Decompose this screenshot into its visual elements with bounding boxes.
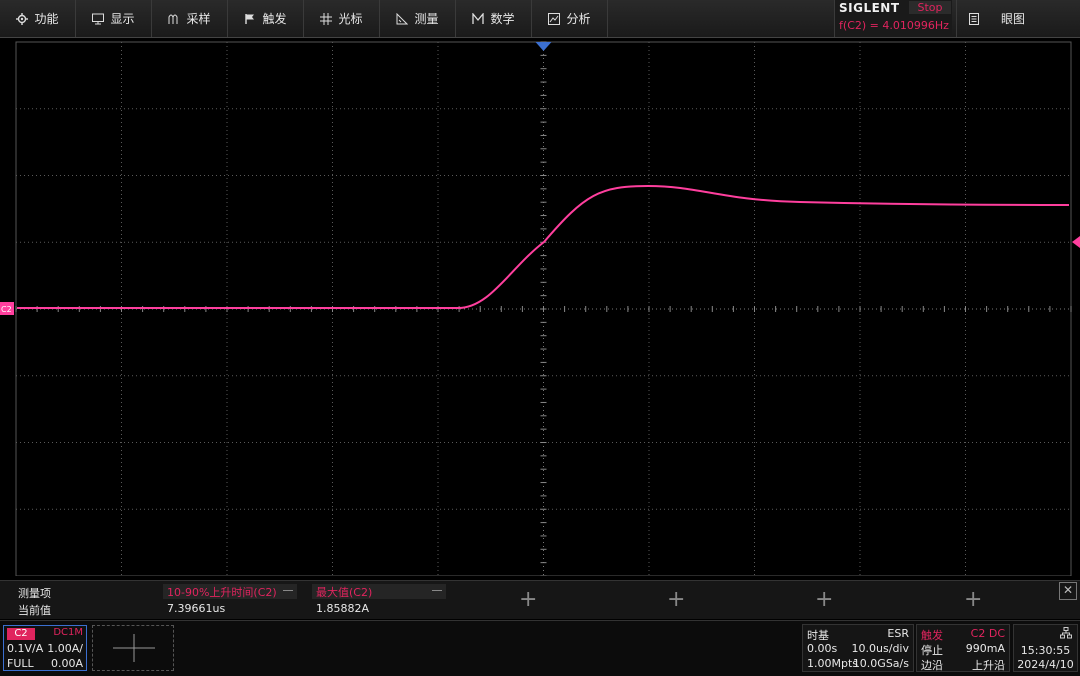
trigger-type: 边沿: [921, 659, 943, 672]
graticule: C2: [0, 41, 1080, 576]
cursor-grid-icon: [320, 12, 333, 25]
network-icon: [1060, 627, 1072, 639]
timebase-delay: 0.00s: [807, 642, 838, 655]
trigger-level: 990mA: [965, 642, 1005, 655]
clock-time: 15:30:55: [1020, 644, 1071, 657]
waveform-display[interactable]: C2: [0, 38, 1080, 576]
gear-icon: [16, 12, 29, 25]
channel-probe-scale: 0.1V/A: [7, 642, 44, 655]
trigger-box[interactable]: 触发 C2 DC 停止 990mA 边沿 上升沿: [916, 624, 1010, 672]
menu-analysis-label: 分析: [566, 12, 591, 26]
run-stop-status[interactable]: Stop: [909, 1, 951, 14]
menu-display[interactable]: 显示: [76, 0, 152, 37]
sampling-icon: [168, 14, 178, 24]
menu-cursors[interactable]: 光标: [304, 0, 380, 37]
measure-item-rise-time[interactable]: 10-90%上升时间(C2): [163, 584, 297, 599]
measurement-panel: 测量项 当前值 10-90%上升时间(C2) 7.39661us 最大值(C2)…: [0, 580, 1080, 619]
measure-item-name: 10-90%上升时间(C2): [167, 586, 277, 599]
trigger-state: 停止: [921, 644, 943, 657]
timebase-sample-rate: 10.0GSa/s: [852, 657, 909, 670]
timebase-box[interactable]: 时基 ESR 0.00s 10.0us/div 1.00Mpts 10.0GSa…: [802, 624, 914, 672]
menu-acquire-label: 采样: [186, 12, 211, 26]
measure-value-label: 当前值: [18, 604, 51, 617]
timebase-mode: ESR: [887, 627, 909, 640]
channel-marker-label: C2: [1, 305, 12, 314]
analysis-icon: [548, 12, 561, 25]
add-measure-slot-2-icon[interactable]: +: [667, 589, 685, 611]
measure-item-value: 7.39661us: [167, 602, 226, 615]
trigger-title: 触发: [921, 629, 943, 642]
menu-eye-diagram-label: 眼图: [1001, 12, 1026, 26]
timebase-memory: 1.00Mpts: [807, 657, 859, 670]
trigger-level-marker[interactable]: [1072, 236, 1080, 248]
timebase-tdiv: 10.0us/div: [851, 642, 909, 655]
menu-acquire[interactable]: 采样: [152, 0, 228, 37]
trigger-slope: 上升沿: [972, 659, 1005, 672]
add-measure-slot-4-icon[interactable]: +: [964, 589, 982, 611]
clock-box[interactable]: 15:30:55 2024/4/10: [1013, 624, 1078, 672]
document-icon: [969, 12, 979, 25]
channel-name: C2: [7, 628, 35, 640]
menu-bar: 功能 显示 采样 触发 光标 测量 数学 分析 SIGLENT Stop f(C…: [0, 0, 1080, 38]
menu-display-label: 显示: [110, 12, 135, 26]
trigger-source: C2 DC: [970, 627, 1005, 640]
measure-item-value: 1.85882A: [316, 602, 370, 615]
menu-math-label: 数学: [490, 12, 515, 26]
monitor-icon: [92, 13, 105, 24]
status-box: SIGLENT Stop f(C2) = 4.010996Hz: [834, 0, 952, 37]
timebase-title: 时基: [807, 629, 829, 642]
menu-math[interactable]: 数学: [456, 0, 532, 37]
menu-measure-label: 测量: [414, 12, 439, 26]
add-measure-slot-1-icon[interactable]: +: [519, 589, 537, 611]
measure-item-menu-icon: [283, 590, 293, 591]
menu-measure[interactable]: 测量: [380, 0, 456, 37]
plus-icon: [113, 634, 155, 662]
menu-function[interactable]: 功能: [0, 0, 76, 37]
channel-offset: 0.00A: [50, 657, 83, 670]
channel-bandwidth: FULL: [7, 657, 34, 670]
siglent-logo: SIGLENT: [839, 1, 900, 15]
channel-c2-box[interactable]: C2 DC1M 0.1V/A 1.00A/ FULL 0.00A: [3, 625, 87, 671]
clock-date: 2024/4/10: [1017, 658, 1074, 671]
add-measure-slot-3-icon[interactable]: +: [815, 589, 833, 611]
measure-close-button[interactable]: ✕: [1059, 582, 1077, 600]
frequency-readout: f(C2) = 4.010996Hz: [839, 19, 949, 32]
menu-eye-diagram[interactable]: 眼图: [956, 0, 1080, 37]
add-channel-slot[interactable]: [92, 625, 174, 671]
channel-vdiv: 1.00A/: [47, 642, 83, 655]
menu-analysis[interactable]: 分析: [532, 0, 608, 37]
menu-function-label: 功能: [34, 12, 59, 26]
menu-cursors-label: 光标: [338, 12, 363, 26]
menu-trigger-label: 触发: [262, 12, 287, 26]
flag-icon: [245, 13, 255, 24]
measure-item-menu-icon: [432, 590, 442, 591]
trigger-position-marker[interactable]: [535, 42, 552, 51]
measure-header-label: 测量项: [18, 587, 51, 600]
measure-item-max[interactable]: 最大值(C2): [312, 584, 446, 599]
menu-trigger[interactable]: 触发: [228, 0, 304, 37]
ruler-icon: [396, 12, 409, 24]
math-icon: [472, 12, 485, 24]
measure-item-name: 最大值(C2): [316, 586, 373, 599]
channel-coupling: DC1M: [53, 627, 83, 638]
